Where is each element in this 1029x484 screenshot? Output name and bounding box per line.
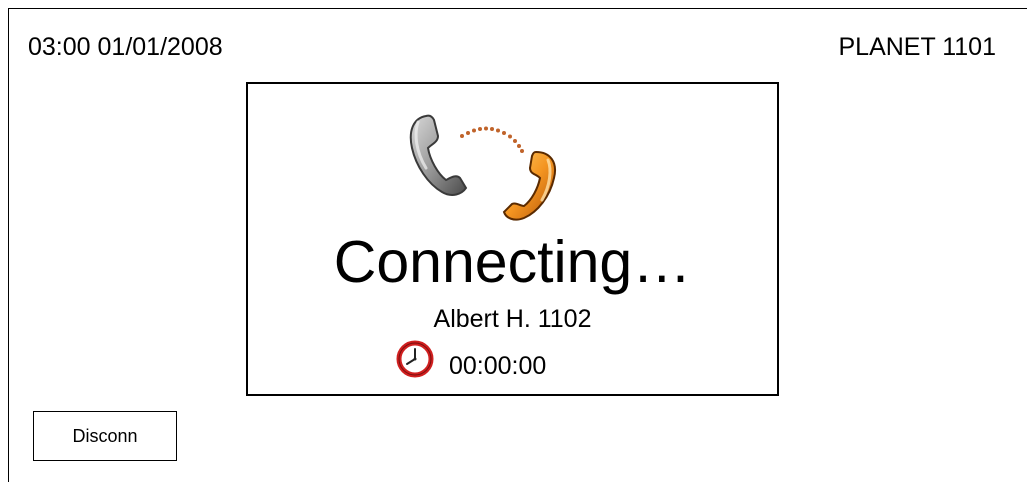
call-status-text: Connecting… (333, 229, 692, 295)
phone-call-icon (409, 114, 556, 221)
datetime-display: 03:00 01/01/2008 (28, 33, 223, 61)
clock-icon (396, 340, 434, 378)
disconnect-button[interactable]: Disconn (33, 411, 177, 461)
extension-label: PLANET 1101 (838, 33, 996, 61)
call-timer: 00:00:00 (449, 352, 547, 380)
contact-name: Albert H. 1102 (433, 305, 592, 333)
